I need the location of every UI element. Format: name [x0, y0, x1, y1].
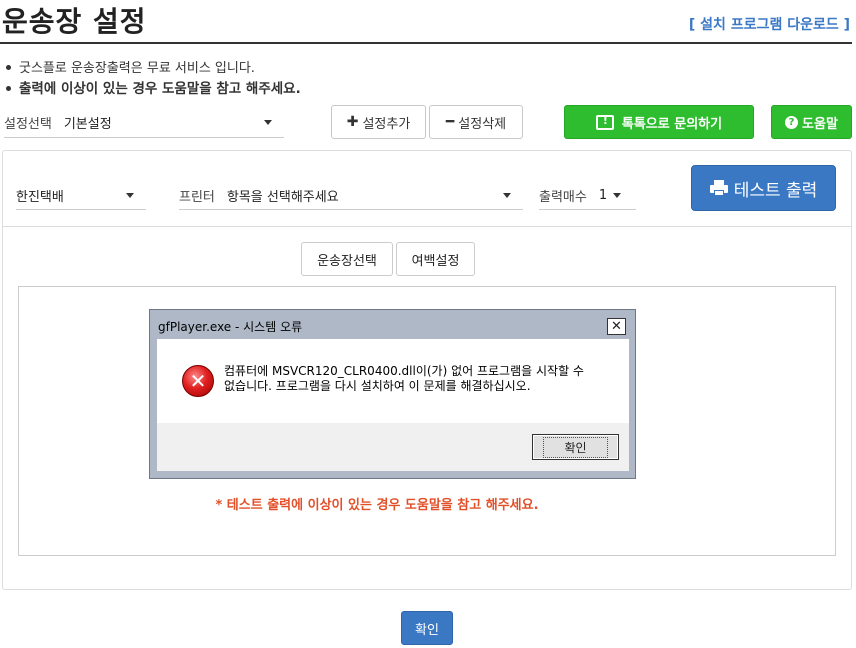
delete-setting-label: 설정삭제 [458, 116, 507, 132]
bullet-icon [6, 65, 11, 70]
help-button[interactable]: ? 도움말 [771, 105, 852, 139]
chat-bubble-icon [595, 114, 614, 130]
caret-down-icon [126, 193, 134, 198]
dialog-message-line: 컴퓨터에 MSVCR120_CLR0400.dll이(가) 없어 프로그램을 시… [224, 364, 584, 378]
caret-down-icon [264, 120, 272, 125]
title-divider [0, 42, 852, 44]
courier-select-value: 한진택배 [16, 190, 64, 205]
copies-select-value: 1 [598, 188, 608, 203]
tab-waybill-select[interactable]: 운송장선택 [301, 242, 393, 276]
test-print-warning: * 테스트 출력에 이상이 있는 경우 도움말을 참고 해주세요. [215, 498, 539, 513]
delete-setting-button[interactable]: ━ 설정삭제 [429, 105, 523, 139]
caret-down-icon [503, 193, 511, 198]
add-setting-label: 설정추가 [362, 116, 411, 132]
dialog-message-line: 없습니다. 프로그램을 다시 설치하여 이 문제를 해결하십시오. [224, 379, 531, 393]
talktalk-inquiry-label: 톡톡으로 문의하기 [621, 116, 723, 132]
dialog-message: 컴퓨터에 MSVCR120_CLR0400.dll이(가) 없어 프로그램을 시… [224, 364, 604, 394]
test-print-button[interactable]: 테스트 출력 [691, 165, 836, 211]
printer-select-label: 프린터 [179, 190, 215, 205]
test-print-label: 테스트 출력 [733, 180, 818, 201]
confirm-button[interactable]: 확인 [401, 611, 453, 645]
printer-select[interactable]: 프린터 항목을 선택해주세요 [179, 182, 523, 210]
notice-text: 출력에 이상이 있는 경우 도움말을 참고 해주세요. [19, 81, 301, 97]
printer-select-value: 항목을 선택해주세요 [226, 190, 339, 205]
printer-icon [709, 180, 728, 196]
dialog-title: gfPlayer.exe - 시스템 오류 [158, 320, 303, 334]
notice-free-service: 굿스플로 운송장출력은 무료 서비스 입니다. [6, 57, 255, 76]
page-title: 운송장 설정 [2, 5, 147, 38]
copies-select[interactable]: 출력매수 1 [539, 182, 636, 210]
minus-icon: ━ [445, 114, 455, 130]
plus-icon: ✚ [346, 114, 359, 130]
talktalk-inquiry-button[interactable]: 톡톡으로 문의하기 [564, 105, 754, 139]
copies-select-label: 출력매수 [539, 190, 587, 205]
setting-select-label: 설정선택 [4, 117, 52, 132]
caret-down-icon [613, 193, 622, 198]
bullet-icon [6, 85, 11, 91]
setting-select-value: 기본설정 [63, 117, 112, 132]
question-circle-icon: ? [785, 115, 799, 129]
close-icon[interactable]: ✕ [607, 318, 626, 335]
notice-text: 굿스플로 운송장출력은 무료 서비스 입니다. [19, 61, 255, 76]
error-icon: ✕ [182, 365, 214, 397]
courier-select[interactable]: 한진택배 [16, 182, 146, 210]
notice-help: 출력에 이상이 있는 경우 도움말을 참고 해주세요. [6, 77, 301, 97]
dialog-ok-label: 확인 [543, 436, 608, 458]
download-installer-link[interactable]: [ 설치 프로그램 다운로드 ] [689, 14, 850, 34]
dialog-ok-button[interactable]: 확인 [532, 434, 619, 460]
help-label: 도움말 [802, 116, 838, 132]
tab-margin-settings[interactable]: 여백설정 [396, 242, 475, 276]
add-setting-button[interactable]: ✚ 설정추가 [331, 105, 426, 139]
panel-divider [3, 226, 851, 227]
setting-select[interactable]: 설정선택 기본설정 [4, 108, 284, 138]
